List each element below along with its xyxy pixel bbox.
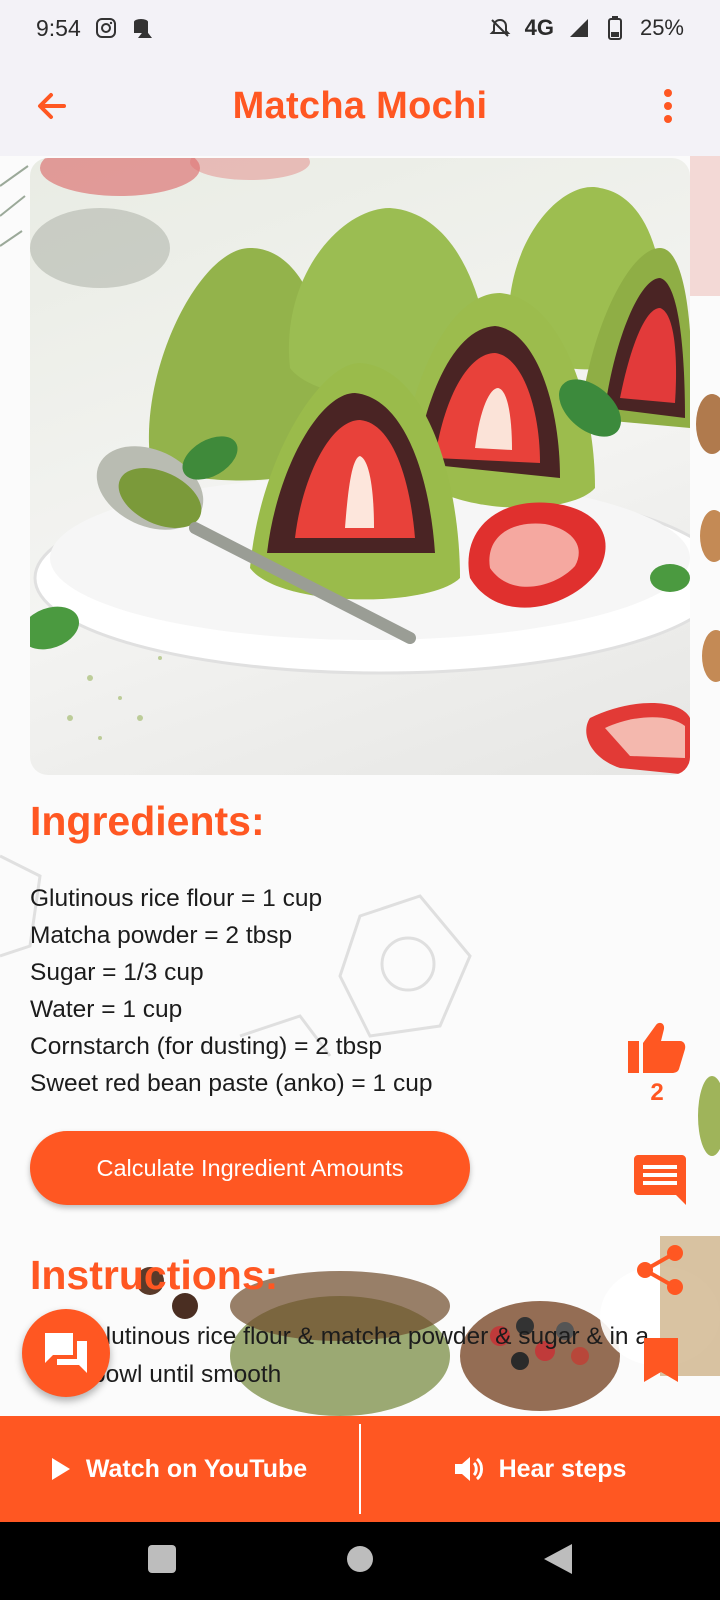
battery-percent: 25% bbox=[639, 15, 684, 40]
app-bar: Matcha Mochi bbox=[0, 56, 720, 156]
watch-youtube-label: Watch on YouTube bbox=[85, 1454, 308, 1483]
like-count: 2 bbox=[650, 1079, 664, 1106]
ingredient-list: Glutinous rice flour = 1 cup Matcha powd… bbox=[30, 880, 432, 1102]
ingredient-item: Water = 1 cup bbox=[30, 996, 183, 1023]
thumb-up-icon bbox=[628, 1022, 686, 1073]
comment-icon bbox=[634, 1155, 686, 1205]
share-icon bbox=[637, 1245, 683, 1295]
recipe-image bbox=[30, 158, 690, 775]
arrow-back-icon bbox=[38, 93, 66, 119]
more-vertical-icon bbox=[664, 89, 672, 123]
circle-icon bbox=[347, 1545, 373, 1572]
status-right: 4G 25% bbox=[489, 15, 684, 41]
ingredient-item: Cornstarch (for dusting) = 2 tbsp bbox=[30, 1033, 383, 1060]
status-bar: 9:54 4G 25% bbox=[0, 0, 720, 56]
instruction-step: glutinous rice flour & matcha powder & s… bbox=[92, 1323, 649, 1388]
back-nav-button[interactable] bbox=[544, 1543, 572, 1579]
triangle-back-icon bbox=[544, 1543, 572, 1574]
forum-icon bbox=[45, 1333, 87, 1373]
hear-steps-label: Hear steps bbox=[498, 1454, 627, 1483]
watch-youtube-button[interactable]: Watch on YouTube bbox=[0, 1416, 359, 1522]
like-button[interactable]: 2 bbox=[628, 1021, 686, 1107]
bookmark-button[interactable] bbox=[644, 1338, 678, 1382]
battery-icon bbox=[604, 16, 626, 40]
square-icon bbox=[148, 1544, 176, 1573]
instructions-title: Instructions: bbox=[30, 1252, 279, 1298]
ingredient-item: Sweet red bean paste (anko) = 1 cup bbox=[30, 1070, 433, 1097]
play-icon bbox=[51, 1458, 70, 1480]
notifications-off-icon bbox=[489, 17, 511, 39]
page-title: Matcha Mochi bbox=[232, 84, 488, 127]
home-button[interactable] bbox=[346, 1545, 374, 1578]
status-left: 9:54 bbox=[36, 15, 153, 42]
ingredient-item: Matcha powder = 2 tbsp bbox=[30, 922, 293, 949]
bookmark-icon bbox=[644, 1338, 678, 1382]
back-button[interactable] bbox=[30, 84, 74, 128]
ingredient-item: Sugar = 1/3 cup bbox=[30, 959, 204, 986]
ingredients-title: Ingredients: bbox=[30, 798, 265, 844]
instagram-icon bbox=[95, 17, 117, 39]
hear-steps-button[interactable]: Hear steps bbox=[361, 1416, 720, 1522]
network-type: 4G bbox=[524, 15, 554, 40]
comment-button[interactable] bbox=[634, 1155, 686, 1205]
signal-icon bbox=[568, 17, 590, 39]
bottom-action-bar: Watch on YouTube Hear steps bbox=[0, 1416, 720, 1522]
share-button[interactable] bbox=[636, 1244, 684, 1296]
volume-icon bbox=[454, 1457, 483, 1481]
status-time: 9:54 bbox=[36, 14, 81, 41]
system-nav-bar bbox=[0, 1522, 720, 1600]
more-options-button[interactable] bbox=[656, 84, 680, 128]
data-saver-icon bbox=[131, 17, 153, 39]
calculate-ingredients-button[interactable]: Calculate Ingredient Amounts bbox=[30, 1131, 470, 1205]
screen: 9:54 4G 25% Matcha Mochi Ingredients: Gl… bbox=[0, 0, 720, 1600]
ingredient-item: Glutinous rice flour = 1 cup bbox=[30, 885, 323, 912]
recent-apps-button[interactable] bbox=[148, 1544, 176, 1578]
chat-fab-button[interactable] bbox=[22, 1309, 110, 1397]
